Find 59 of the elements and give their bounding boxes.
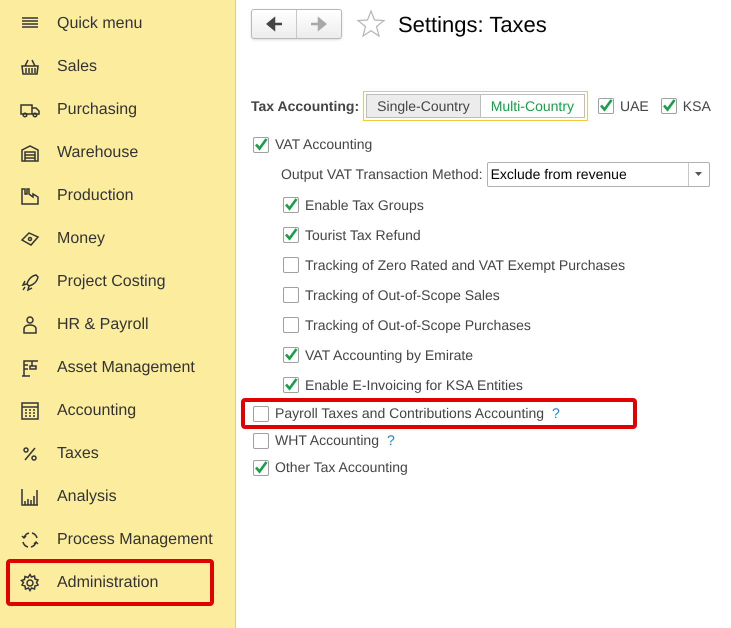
checkbox-label: Tracking of Out-of-Scope Sales bbox=[305, 286, 500, 305]
checkbox[interactable] bbox=[253, 432, 269, 448]
calculator-icon bbox=[20, 400, 40, 420]
star-icon[interactable] bbox=[356, 9, 386, 39]
sidebar-item[interactable]: Quick menu bbox=[8, 2, 212, 45]
sidebar-item[interactable]: Warehouse bbox=[8, 131, 212, 174]
checkbox-label: Tourist Tax Refund bbox=[305, 226, 421, 244]
sidebar-item[interactable]: Purchasing bbox=[8, 88, 212, 131]
sidebar-item[interactable]: Analysis bbox=[8, 475, 212, 518]
left-arrow-icon bbox=[265, 16, 283, 32]
checkbox[interactable] bbox=[283, 287, 299, 303]
help-link[interactable]: ? bbox=[552, 403, 560, 424]
field-label: Tax Accounting: bbox=[251, 96, 360, 116]
cycle-icon bbox=[20, 530, 40, 550]
page-title: Settings: Taxes bbox=[398, 10, 547, 39]
sidebar-item[interactable]: Sales bbox=[8, 45, 212, 88]
checkbox[interactable] bbox=[283, 257, 299, 273]
checkbox-label: KSA bbox=[682, 96, 711, 116]
checkbox-label: VAT Accounting by Emirate bbox=[305, 346, 474, 365]
checkbox-label: Tracking of Out-of-Scope Purchases bbox=[305, 316, 531, 335]
sidebar-item[interactable]: Administration bbox=[8, 561, 212, 604]
checkbox-label: VAT Accounting bbox=[275, 135, 372, 154]
warehouse-icon bbox=[20, 142, 40, 162]
checkbox-label: Tracking of Zero Rated and VAT Exempt Purchases bbox=[305, 256, 626, 275]
checkbox[interactable] bbox=[253, 406, 269, 422]
dropdown-arrow-icon bbox=[695, 172, 702, 176]
rocket-icon bbox=[20, 272, 40, 292]
checkbox[interactable] bbox=[283, 377, 299, 393]
crane-icon bbox=[20, 358, 40, 378]
sidebar-item[interactable]: Asset Management bbox=[8, 346, 212, 389]
help-link[interactable]: ? bbox=[387, 430, 395, 451]
checkbox[interactable] bbox=[598, 98, 614, 114]
checkbox[interactable] bbox=[283, 317, 299, 333]
checkbox[interactable] bbox=[283, 227, 299, 243]
sidebar-item[interactable]: HR & Payroll bbox=[8, 303, 212, 346]
checkbox[interactable] bbox=[283, 197, 299, 213]
sidebar-item[interactable]: Production bbox=[8, 174, 212, 217]
checkbox[interactable] bbox=[253, 136, 269, 152]
sidebar-item[interactable]: Money bbox=[8, 217, 212, 260]
field-label: Output VAT Transaction Method: bbox=[281, 164, 483, 184]
sidebar-item[interactable]: Accounting bbox=[8, 389, 212, 432]
sidebar-item[interactable]: Taxes bbox=[8, 432, 212, 475]
checkbox-label: Enable E-Invoicing for KSA Entities bbox=[305, 376, 523, 395]
checkbox-label: Payroll Taxes and Contributions Accounting bbox=[275, 404, 544, 423]
right-arrow-icon bbox=[310, 16, 328, 32]
checkbox[interactable] bbox=[660, 98, 677, 114]
mode-tab[interactable]: Single-Country bbox=[366, 94, 481, 118]
sidebar-item[interactable]: Project Costing bbox=[8, 260, 212, 303]
bar-chart-icon bbox=[20, 486, 40, 506]
checkbox-label: Other Tax Accounting bbox=[275, 458, 408, 477]
settings-icon bbox=[20, 572, 40, 592]
select-field[interactable]: Exclude from revenue bbox=[486, 162, 710, 186]
checkbox-label: UAE bbox=[620, 96, 649, 116]
sidebar-item[interactable]: Process Management bbox=[8, 518, 212, 561]
checkbox-label: WHT Accounting bbox=[275, 431, 380, 450]
checkbox[interactable] bbox=[283, 347, 299, 363]
checkbox[interactable] bbox=[253, 460, 269, 476]
factory-icon bbox=[20, 186, 40, 206]
checkbox-label: Enable Tax Groups bbox=[305, 196, 424, 215]
